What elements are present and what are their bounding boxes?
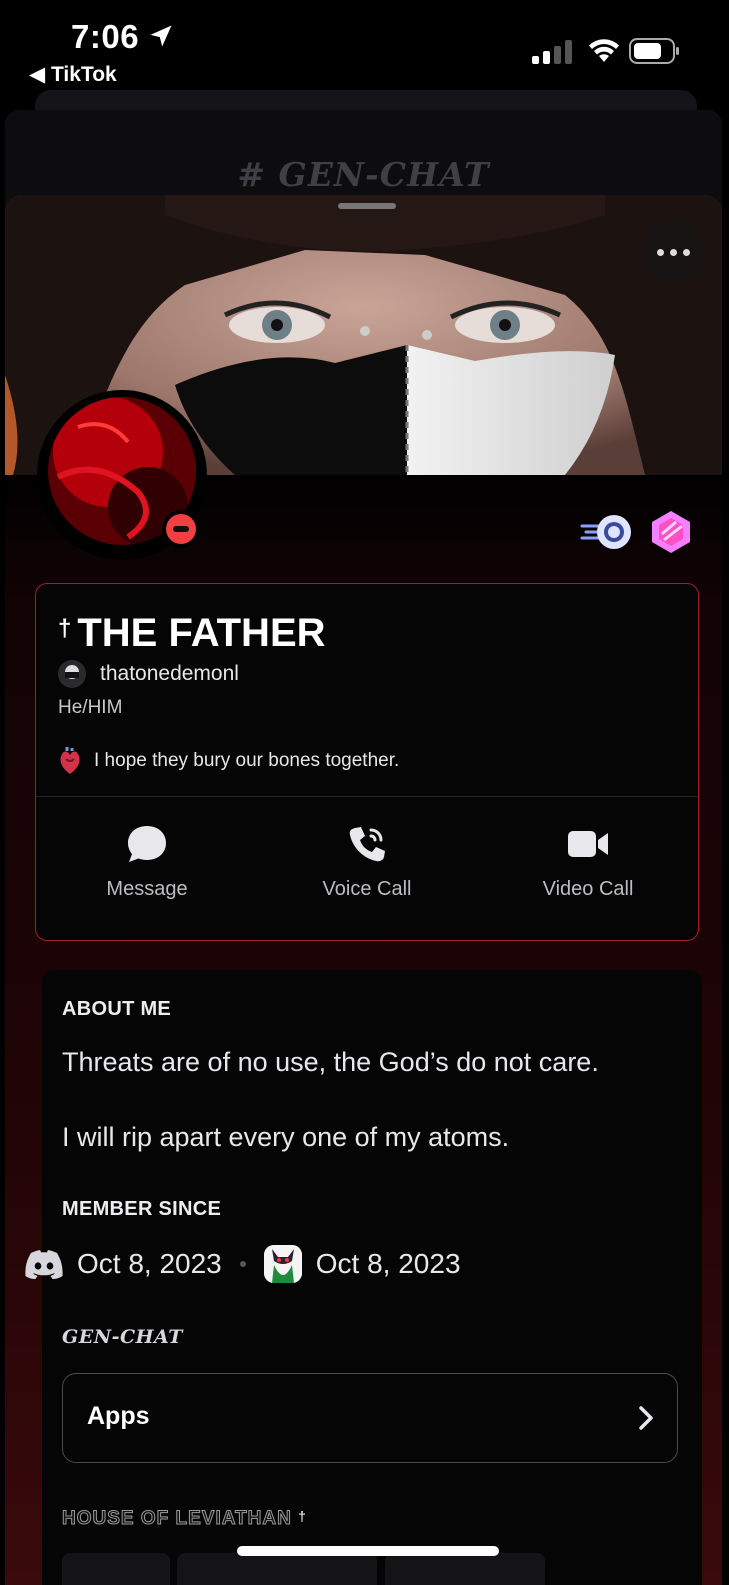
message-label: Message <box>106 878 188 900</box>
server-name-heading: GEN-CHAT <box>62 1326 183 1348</box>
back-to-app-link[interactable]: ◀ TikTok <box>29 62 117 87</box>
username: thatonedemonl <box>100 662 239 685</box>
role-pill[interactable] <box>62 1553 170 1585</box>
nitro-badge-icon[interactable] <box>580 512 634 552</box>
anatomical-heart-icon <box>60 747 80 774</box>
channel-title: # GEN-CHAT <box>237 155 490 194</box>
member-since-heading: MEMBER SINCE <box>62 1198 222 1220</box>
about-me-line: Threats are of no use, the God’s do not … <box>62 1047 599 1077</box>
battery-icon <box>629 38 679 64</box>
more-options-button[interactable] <box>641 220 705 284</box>
username-row[interactable]: thatonedemonl <box>58 660 239 688</box>
more-dot-icon <box>682 248 690 256</box>
video-call-label: Video Call <box>542 878 634 900</box>
separator-dot <box>239 1261 246 1267</box>
display-name: † THE FATHER <box>58 611 326 656</box>
role-pill[interactable] <box>177 1553 377 1585</box>
chevron-right-icon <box>639 1406 653 1430</box>
do-not-disturb-status-icon <box>162 510 200 548</box>
apps-button[interactable]: Apps <box>62 1373 678 1463</box>
pronouns: He/HIM <box>58 697 123 718</box>
voice-call-button[interactable]: Voice Call <box>267 824 467 901</box>
display-name-text: THE FATHER <box>77 611 326 655</box>
voice-call-label: Voice Call <box>322 878 412 900</box>
custom-status: I hope they bury our bones together. <box>58 747 399 775</box>
phone-icon <box>349 827 385 862</box>
status-time: 7:06 <box>71 18 140 55</box>
mini-avatar <box>58 660 86 688</box>
custom-status-text: I hope they bury our bones together. <box>94 750 400 771</box>
apps-label: Apps <box>87 1402 150 1430</box>
more-dot-icon <box>669 248 677 256</box>
role-heading-mark: † <box>298 1508 307 1524</box>
home-indicator[interactable] <box>237 1546 499 1556</box>
more-dot-icon <box>656 248 664 256</box>
profile-card: † THE FATHER thatonedemonl He/HIM I hope … <box>35 583 699 941</box>
server-icon <box>263 1245 302 1283</box>
member-since-row: Oct 8, 2023 Oct 8, 2023 <box>25 1245 461 1283</box>
video-camera-icon <box>568 831 608 857</box>
location-arrow-icon <box>150 25 172 47</box>
wifi-icon <box>589 39 619 62</box>
server-join-date: Oct 8, 2023 <box>315 1248 461 1279</box>
cellular-signal-icon <box>532 40 572 64</box>
about-me-line: I will rip apart every one of my atoms. <box>62 1122 510 1152</box>
discord-join-date: Oct 8, 2023 <box>77 1248 222 1279</box>
role-pill[interactable] <box>385 1553 545 1585</box>
server-boost-badge-icon[interactable] <box>650 510 692 554</box>
display-name-cross: † <box>58 615 72 642</box>
phone-screen: 7:06 ◀ TikTok # GEN-CHAT † THE FATHER th… <box>5 0 722 1585</box>
video-call-button[interactable]: Video Call <box>488 824 688 901</box>
discord-logo-icon <box>25 1250 63 1279</box>
sheet-drag-handle[interactable] <box>338 203 396 209</box>
chat-bubble-icon <box>128 826 166 862</box>
message-button[interactable]: Message <box>47 824 247 901</box>
role-heading-text: HOUSE OF LEVIATHAN <box>62 1508 292 1530</box>
role-heading: HOUSE OF LEVIATHAN † <box>62 1508 307 1530</box>
divider <box>36 796 698 797</box>
about-me-heading: ABOUT ME <box>62 998 172 1020</box>
